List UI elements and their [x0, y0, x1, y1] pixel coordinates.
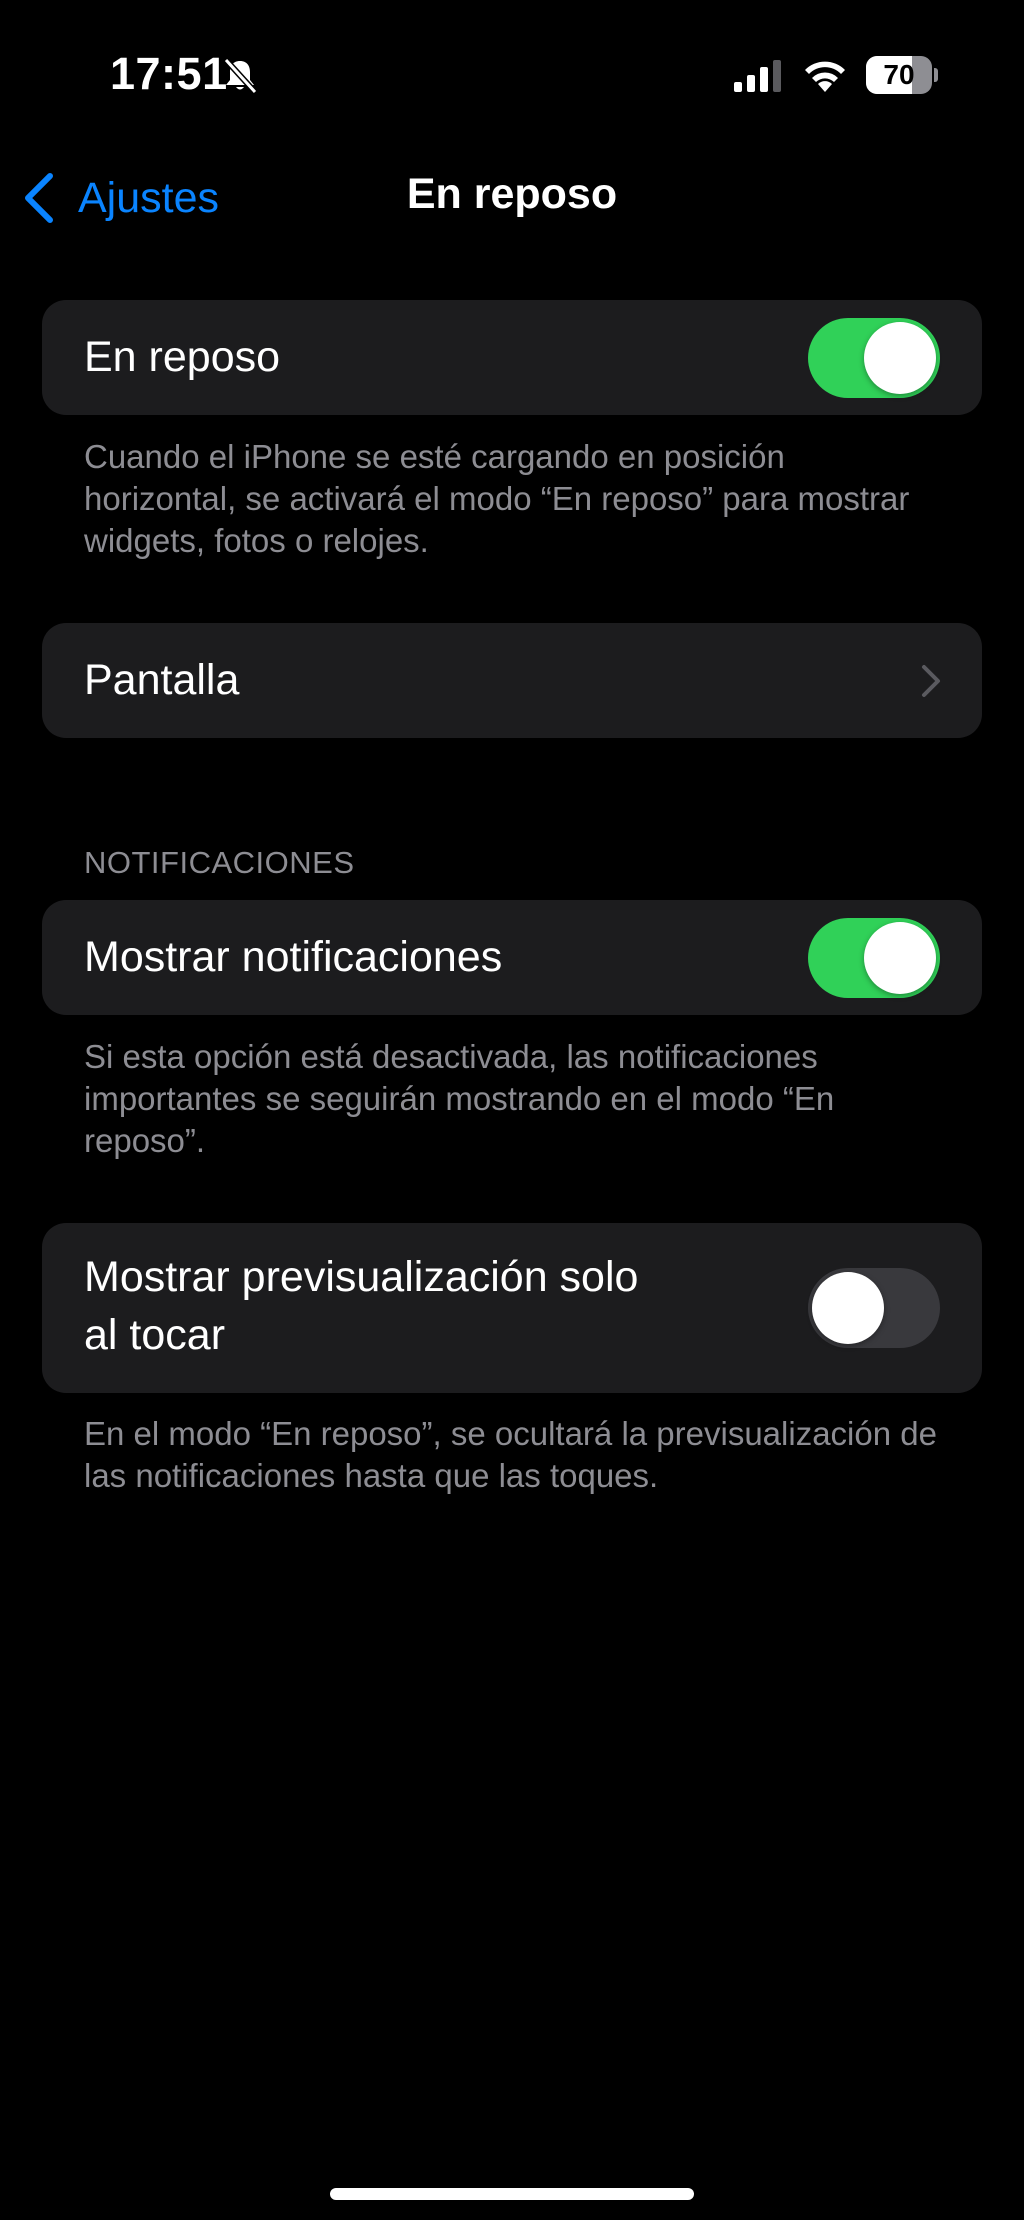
standby-toggle[interactable] — [808, 318, 940, 398]
preview-on-tap-toggle[interactable] — [808, 1268, 940, 1348]
show-notifications-row: Mostrar notificaciones — [42, 900, 982, 1015]
status-time: 17:51 — [110, 48, 228, 99]
show-notifications-label: Mostrar notificaciones — [84, 933, 503, 981]
toggle-knob — [864, 922, 936, 994]
section-header-notifications: NOTIFICACIONES — [84, 845, 355, 880]
show-notifications-footer: Si esta opción está desactivada, las not… — [84, 1038, 835, 1159]
preview-label-line1: Mostrar previsualización solo — [84, 1253, 639, 1301]
battery-icon: 70 — [866, 56, 938, 94]
toggle-knob — [812, 1272, 884, 1344]
bell-slash-icon — [223, 57, 258, 95]
standby-row: En reposo — [42, 300, 982, 415]
signal-icon — [734, 60, 781, 92]
status-bar: 17:51 70 — [0, 0, 1024, 150]
display-label: Pantalla — [84, 656, 240, 704]
chevron-right-icon — [922, 665, 940, 697]
battery-level: 70 — [883, 59, 915, 90]
display-row[interactable]: Pantalla — [42, 623, 982, 738]
standby-label: En reposo — [84, 333, 281, 381]
preview-footer: En el modo “En reposo”, se ocultará la p… — [84, 1415, 937, 1494]
home-indicator[interactable] — [330, 2188, 694, 2200]
preview-on-tap-row: Mostrar previsualización solo al tocar — [42, 1223, 982, 1393]
preview-label-line2: al tocar — [84, 1311, 226, 1359]
show-notifications-toggle[interactable] — [808, 918, 940, 998]
standby-footer: Cuando el iPhone se esté cargando en pos… — [84, 438, 910, 559]
page-title: En reposo — [406, 170, 618, 218]
wifi-icon — [805, 61, 845, 92]
toggle-knob — [864, 322, 936, 394]
